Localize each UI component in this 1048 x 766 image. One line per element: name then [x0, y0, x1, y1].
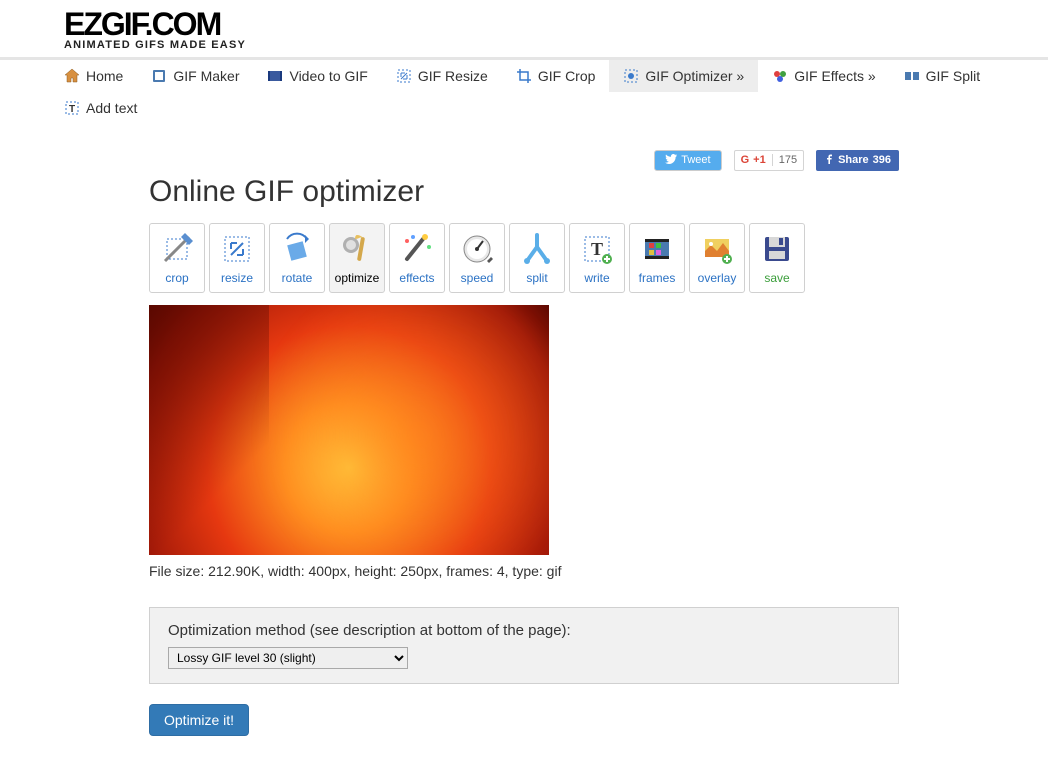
- file-info-text: File size: 212.90K, width: 400px, height…: [149, 563, 899, 579]
- nav-add-text[interactable]: T Add text: [50, 92, 151, 124]
- tweet-button[interactable]: Tweet: [654, 150, 721, 171]
- nav-label: GIF Split: [926, 68, 980, 84]
- film-icon: [151, 68, 167, 84]
- tool-label: optimize: [335, 271, 380, 285]
- tool-optimize[interactable]: optimize: [329, 223, 385, 293]
- nav-label: GIF Optimizer »: [645, 68, 744, 84]
- effects-icon: [399, 231, 435, 267]
- nav-label: Add text: [86, 100, 137, 116]
- nav-gif-split[interactable]: GIF Split: [890, 60, 994, 92]
- save-icon: [759, 231, 795, 267]
- resize-icon: [396, 68, 412, 84]
- video-icon: [267, 68, 283, 84]
- tweet-label: Tweet: [681, 154, 710, 166]
- fb-share-button[interactable]: Share 396: [816, 150, 899, 171]
- nav-gif-resize[interactable]: GIF Resize: [382, 60, 502, 92]
- tool-label: save: [764, 271, 789, 285]
- nav-gif-optimizer[interactable]: GIF Optimizer »: [609, 60, 758, 92]
- write-icon: T: [579, 231, 615, 267]
- tool-label: resize: [221, 271, 253, 285]
- site-logo[interactable]: EZGIF.COM ANIMATED GIFS MADE EASY: [34, 0, 1014, 57]
- home-icon: [64, 68, 80, 84]
- optimize-icon: [623, 68, 639, 84]
- crop-icon: [516, 68, 532, 84]
- nav-label: Home: [86, 68, 123, 84]
- optimization-label: Optimization method (see description at …: [168, 622, 880, 639]
- tool-effects[interactable]: effects: [389, 223, 445, 293]
- tool-label: effects: [399, 271, 434, 285]
- twitter-icon: [665, 154, 677, 167]
- tool-resize[interactable]: resize: [209, 223, 265, 293]
- nav-video-to-gif[interactable]: Video to GIF: [253, 60, 381, 92]
- tool-write[interactable]: T write: [569, 223, 625, 293]
- tool-rotate[interactable]: rotate: [269, 223, 325, 293]
- optimization-method-select[interactable]: Lossy GIF level 30 (slight): [168, 647, 408, 669]
- overlay-icon: [699, 231, 735, 267]
- svg-text:T: T: [69, 104, 75, 115]
- tool-label: overlay: [698, 271, 737, 285]
- tool-frames[interactable]: frames: [629, 223, 685, 293]
- main-nav: Home GIF Maker Video to GIF GIF Resize G…: [0, 57, 1048, 124]
- logo-title: EZGIF.COM: [64, 10, 1014, 39]
- tool-label: frames: [639, 271, 676, 285]
- logo-subtitle: ANIMATED GIFS MADE EASY: [64, 39, 1014, 51]
- tool-label: rotate: [282, 271, 313, 285]
- effects-icon: [772, 68, 788, 84]
- text-icon: T: [64, 100, 80, 116]
- tool-label: write: [584, 271, 609, 285]
- frames-icon: [639, 231, 675, 267]
- fb-count: 396: [873, 154, 891, 166]
- nav-label: GIF Crop: [538, 68, 596, 84]
- gplus-label: +1: [753, 154, 766, 166]
- tool-label: split: [526, 271, 547, 285]
- tool-save[interactable]: save: [749, 223, 805, 293]
- gplus-count: 175: [772, 154, 797, 166]
- facebook-icon: [824, 154, 834, 167]
- tool-label: speed: [461, 271, 494, 285]
- split-icon: [519, 231, 555, 267]
- nav-label: GIF Resize: [418, 68, 488, 84]
- gplus-button[interactable]: G +1 175: [734, 150, 804, 171]
- tool-label: crop: [165, 271, 188, 285]
- rotate-icon: [279, 231, 315, 267]
- nav-home[interactable]: Home: [50, 60, 137, 92]
- split-icon: [904, 68, 920, 84]
- optimize-button[interactable]: Optimize it!: [149, 704, 249, 736]
- speed-icon: [459, 231, 495, 267]
- crop-icon: [159, 231, 195, 267]
- nav-gif-crop[interactable]: GIF Crop: [502, 60, 610, 92]
- nav-gif-maker[interactable]: GIF Maker: [137, 60, 253, 92]
- tool-split[interactable]: split: [509, 223, 565, 293]
- social-share-row: Tweet G +1 175 Share 396: [149, 150, 899, 171]
- gif-preview: [149, 305, 549, 555]
- tool-speed[interactable]: speed: [449, 223, 505, 293]
- tool-crop[interactable]: crop: [149, 223, 205, 293]
- resize-icon: [219, 231, 255, 267]
- svg-text:T: T: [591, 239, 603, 259]
- tool-toolbar: crop resize rotate optimize effects spee…: [149, 223, 899, 293]
- nav-label: GIF Maker: [173, 68, 239, 84]
- fb-label: Share: [838, 154, 869, 166]
- optimization-panel: Optimization method (see description at …: [149, 607, 899, 684]
- gplus-icon: G: [741, 154, 750, 166]
- tool-overlay[interactable]: overlay: [689, 223, 745, 293]
- nav-gif-effects[interactable]: GIF Effects »: [758, 60, 889, 92]
- nav-label: Video to GIF: [289, 68, 367, 84]
- nav-label: GIF Effects »: [794, 68, 875, 84]
- page-title: Online GIF optimizer: [149, 175, 899, 209]
- optimize-icon: [339, 231, 375, 267]
